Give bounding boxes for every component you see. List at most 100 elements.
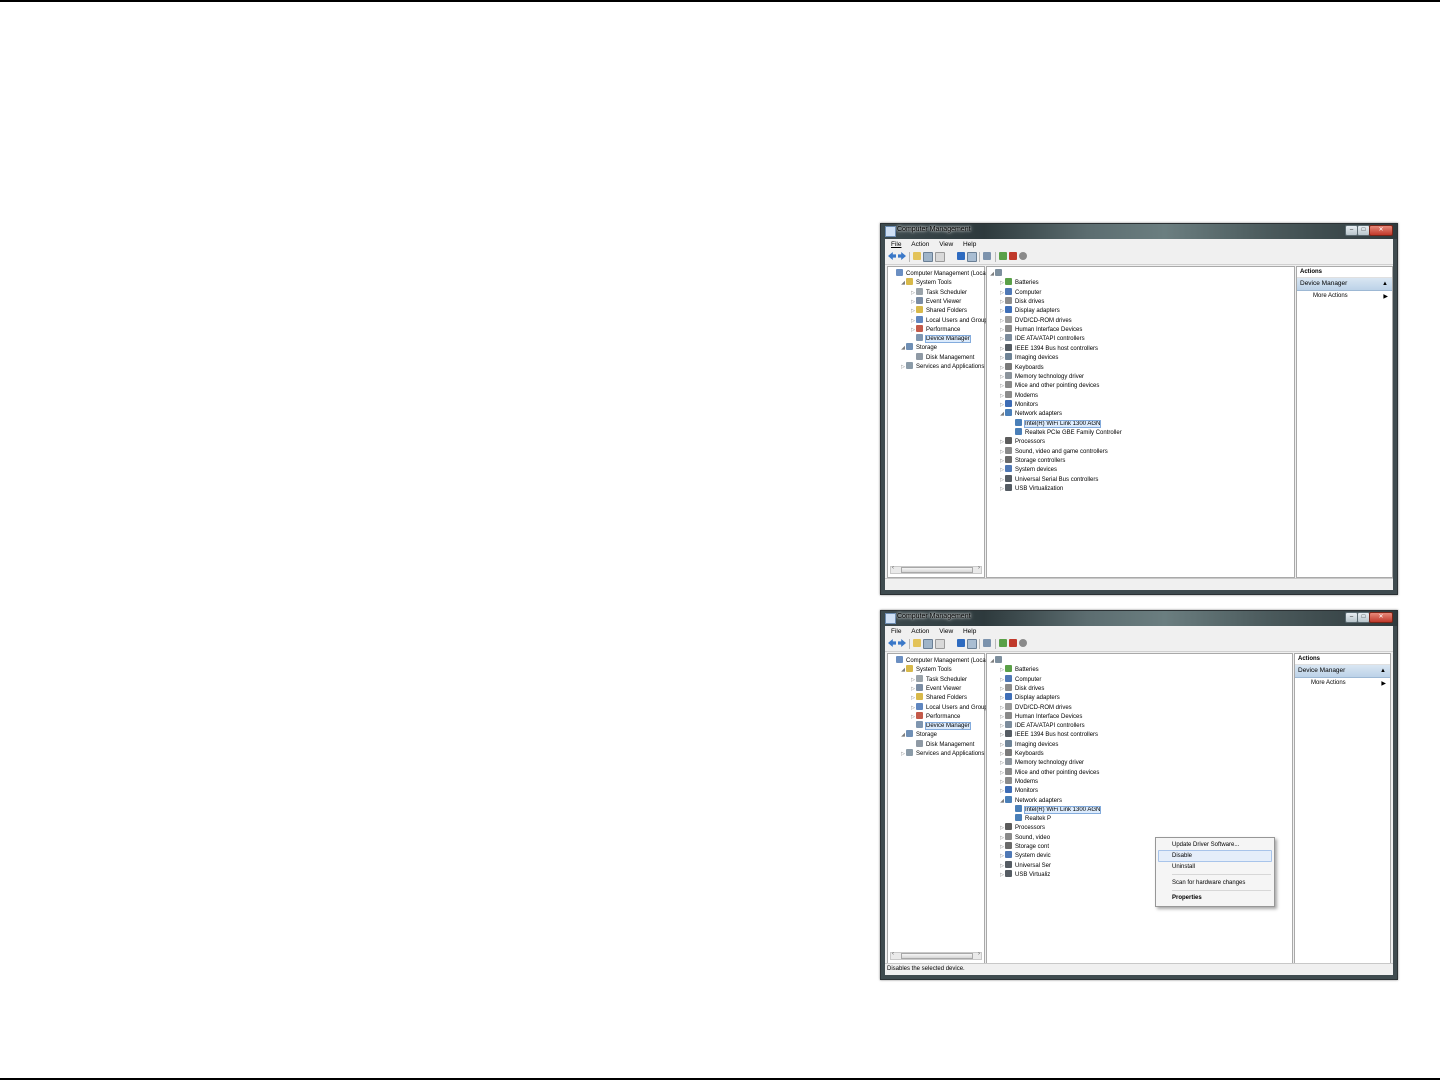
tree-item[interactable]: ▷ Local Users and Groups — [910, 702, 991, 712]
tree-item[interactable]: ▷ Event Viewer — [910, 296, 961, 306]
tree-item[interactable]: ▷ Modems — [999, 776, 1038, 786]
horizontal-scrollbar[interactable]: ‹ › — [890, 565, 982, 574]
tree-item[interactable]: ▷ Memory technology driver — [999, 371, 1084, 381]
menu-help[interactable]: Help — [963, 628, 976, 635]
tree-item[interactable]: ◢ Storage — [900, 343, 937, 352]
tree-item[interactable]: ▷ Display adapters — [999, 693, 1060, 702]
tree-item[interactable]: ◢ — [989, 269, 1005, 278]
tree-item[interactable]: ▷ Universal Ser — [999, 860, 1051, 870]
tree-item[interactable]: ◢ System Tools — [900, 278, 952, 287]
tree-item[interactable]: ▷ Universal Serial Bus controllers — [999, 474, 1098, 484]
menu-action[interactable]: Action — [911, 241, 929, 248]
tree-item[interactable]: ▷ IEEE 1394 Bus host controllers — [999, 343, 1098, 353]
actions-device-manager-section[interactable]: Device Manager ▲ — [1295, 665, 1390, 678]
tree-item[interactable]: ▷ Human Interface Devices — [999, 711, 1082, 721]
actions-device-manager-section[interactable]: Device Manager ▲ — [1297, 278, 1392, 291]
tree-item[interactable]: ▷ Imaging devices — [999, 739, 1058, 749]
collapse-caret-icon[interactable]: ▲ — [1380, 665, 1386, 677]
export-list-icon[interactable] — [935, 252, 945, 262]
more-actions-link[interactable]: More Actions — [1311, 680, 1346, 686]
forward-arrow-icon[interactable] — [898, 639, 906, 647]
title-bar[interactable]: Computer Management – □ ✕ — [881, 611, 1397, 626]
tree-item[interactable]: ▷ Storage cont — [999, 842, 1049, 851]
tree-item[interactable]: ▷ Batteries — [999, 665, 1039, 674]
close-button[interactable]: ✕ — [1369, 225, 1393, 236]
tree-item[interactable]: ▷ Computer — [999, 674, 1041, 684]
show-hide-tree-icon[interactable] — [923, 252, 933, 262]
close-button[interactable]: ✕ — [1369, 612, 1393, 623]
tree-item[interactable]: ▷ Human Interface Devices — [999, 325, 1082, 334]
menu-action[interactable]: Action — [911, 628, 929, 635]
menu-file[interactable]: File — [891, 628, 901, 635]
tree-item[interactable]: ▷ Shared Folders — [910, 693, 967, 702]
menu-item-update-driver-software[interactable]: Update Driver Software... — [1172, 840, 1239, 850]
update-driver-icon[interactable] — [999, 252, 1007, 260]
back-arrow-icon[interactable] — [888, 639, 896, 647]
tree-item[interactable]: ▷ Processors — [999, 823, 1045, 832]
tree-item[interactable]: ◢ Network adapters — [999, 795, 1062, 805]
tree-item[interactable]: Disk Management — [910, 352, 974, 362]
menu-item-scan-for-hardware-changes[interactable]: Scan for hardware changes — [1172, 878, 1245, 888]
device-tree-pane[interactable]: ◢ ▷ Batteries ▷ Computer ▷ Disk drives ▷ Display… — [986, 653, 1293, 964]
menu-item-properties[interactable]: Properties — [1172, 893, 1202, 903]
tree-item[interactable]: Device Manager — [910, 334, 971, 344]
tree-item[interactable]: Realtek P — [1009, 814, 1051, 823]
collapse-caret-icon[interactable]: ▲ — [1382, 278, 1388, 290]
scroll-left-arrow-icon[interactable]: ‹ — [892, 565, 894, 571]
tree-item[interactable]: Computer Management (Local — [890, 269, 987, 278]
tree-item[interactable]: ▷ USB Virtualization — [999, 484, 1063, 493]
tree-item[interactable]: ◢ Storage — [900, 730, 937, 739]
tree-item[interactable]: ▷ Task Scheduler — [910, 674, 967, 684]
uninstall-icon[interactable] — [1009, 639, 1017, 647]
tree-item[interactable]: ▷ System devices — [999, 465, 1057, 474]
tree-item[interactable]: Intel(R) WiFi Link 1300 AGN — [1009, 804, 1102, 814]
tree-item[interactable]: ▷ Mice and other pointing devices — [999, 381, 1099, 390]
scrollbar-thumb[interactable] — [901, 953, 973, 959]
tree-item[interactable]: Intel(R) WiFi Link 1300 AGN — [1009, 418, 1102, 428]
scroll-right-arrow-icon[interactable]: › — [978, 565, 980, 571]
tree-item[interactable]: ▷ Performance — [910, 324, 960, 334]
action-pane-icon[interactable] — [967, 252, 977, 262]
tree-item[interactable]: ▷ Performance — [910, 711, 960, 721]
disable-icon[interactable] — [1019, 252, 1027, 260]
console-tree-pane[interactable]: Computer Management (Local ◢ System Tools ▷… — [887, 266, 991, 578]
tree-item[interactable]: ▷ Computer — [999, 287, 1041, 297]
up-folder-icon[interactable] — [913, 252, 921, 260]
tree-item[interactable]: ▷ Disk drives — [999, 683, 1044, 693]
scan-hardware-icon[interactable] — [983, 639, 991, 647]
device-tree-pane[interactable]: ◢ ▷ Batteries ▷ Computer ▷ Disk drives ▷ Display… — [986, 266, 1295, 578]
disable-icon[interactable] — [1019, 639, 1027, 647]
tree-item[interactable]: ▷ USB Virtualiz — [999, 869, 1050, 879]
scan-hardware-icon[interactable] — [983, 252, 991, 260]
tree-item[interactable]: ▷ Display adapters — [999, 306, 1060, 315]
tree-item[interactable]: ▷ IDE ATA/ATAPI controllers — [999, 721, 1085, 730]
tree-item[interactable]: ▷ Task Scheduler — [910, 287, 967, 297]
tree-item[interactable]: Realtek PCIe GBE Family Controller — [1009, 427, 1122, 437]
tree-item[interactable]: Disk Management — [910, 739, 974, 749]
menu-item-disable[interactable]: Disable — [1172, 851, 1192, 861]
export-list-icon[interactable] — [935, 639, 945, 649]
tree-item[interactable]: ▷ Local Users and Groups — [910, 315, 991, 325]
forward-arrow-icon[interactable] — [898, 252, 906, 260]
horizontal-scrollbar[interactable]: ‹ › — [890, 951, 982, 960]
menu-help[interactable]: Help — [963, 241, 976, 248]
tree-item[interactable]: ▷ Mice and other pointing devices — [999, 767, 1099, 777]
tree-item[interactable]: ◢ System Tools — [900, 665, 952, 674]
tree-item[interactable]: ▷ Memory technology driver — [999, 758, 1084, 767]
action-pane-icon[interactable] — [967, 639, 977, 649]
tree-item[interactable]: ▷ Event Viewer — [910, 683, 961, 693]
tree-item[interactable]: ▷ DVD/CD-ROM drives — [999, 315, 1072, 325]
tree-item[interactable]: ▷ Keyboards — [999, 749, 1044, 758]
tree-item[interactable]: ▷ Modems — [999, 390, 1038, 400]
tree-item[interactable]: ▷ Sound, video and game controllers — [999, 446, 1108, 456]
more-actions-link[interactable]: More Actions — [1313, 293, 1348, 299]
menu-file[interactable]: File — [891, 241, 901, 248]
scroll-right-arrow-icon[interactable]: › — [978, 951, 980, 957]
help-icon[interactable] — [957, 639, 965, 647]
show-hide-tree-icon[interactable] — [923, 639, 933, 649]
help-icon[interactable] — [957, 252, 965, 260]
tree-item[interactable]: ▷ Services and Applications — [900, 362, 984, 371]
tree-item[interactable]: ▷ Sound, video — [999, 832, 1050, 842]
tree-item[interactable]: ▷ Monitors — [999, 399, 1038, 409]
tree-item[interactable]: ▷ Shared Folders — [910, 306, 967, 315]
